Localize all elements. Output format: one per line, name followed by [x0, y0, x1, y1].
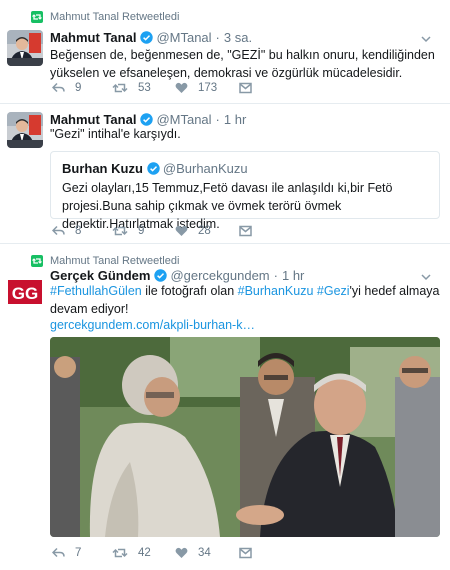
retweet-count: 53 — [138, 82, 151, 94]
separator-dot: · — [215, 30, 220, 45]
retweet-button[interactable]: 53 — [112, 81, 151, 95]
retweet-button[interactable]: 42 — [112, 546, 151, 560]
retweeted-by-label[interactable]: Mahmut Tanal Retweetledi — [50, 11, 179, 23]
verified-badge-icon — [147, 162, 160, 175]
heart-icon — [175, 82, 188, 93]
avatar[interactable] — [7, 112, 43, 148]
retweet-icon — [31, 11, 43, 23]
reply-icon — [52, 547, 65, 558]
tweet-2[interactable]: Mahmut Tanal @MTanal · 1 hr "Gezi" intih… — [0, 104, 450, 244]
retweet-count: 42 — [138, 547, 151, 559]
retweet-count: 9 — [138, 225, 145, 237]
retweet-icon — [112, 548, 128, 558]
tweet-text-segment: ile fotoğrafı olan — [141, 284, 238, 298]
tweet-actions: 7 42 34 — [50, 546, 440, 560]
like-count: 173 — [198, 82, 218, 94]
tweet-text: Beğensen de, beğenmesen de, "GEZİ" bu ha… — [50, 48, 435, 80]
reply-icon — [52, 225, 65, 236]
author-name[interactable]: Gerçek Gündem — [50, 268, 150, 283]
tweet-text: "Gezi" intihal'e karşıydı. — [50, 127, 181, 141]
like-button[interactable]: 173 — [175, 81, 217, 95]
tweet-photo[interactable] — [50, 337, 440, 537]
direct-message-button[interactable] — [239, 224, 252, 238]
tweet-header: Gerçek Gündem @gercekgundem · 1 hr — [50, 268, 304, 283]
quoted-tweet-header: Burhan Kuzu @BurhanKuzu — [62, 161, 248, 176]
verified-badge-icon — [154, 269, 168, 282]
quoted-tweet[interactable]: Burhan Kuzu @BurhanKuzu Gezi olayları,15… — [50, 151, 440, 231]
avatar-logo-text: GG — [12, 284, 38, 303]
tweet-header: Mahmut Tanal @MTanal · 3 sa. — [50, 30, 252, 45]
heart-icon — [175, 547, 188, 558]
like-button[interactable]: 34 — [175, 546, 211, 560]
avatar[interactable]: GG — [7, 274, 43, 310]
hashtag-link[interactable]: #Gezi — [317, 284, 350, 298]
like-count: 28 — [198, 225, 211, 237]
message-icon — [239, 225, 252, 237]
retweet-icon — [31, 255, 43, 267]
chevron-down-icon[interactable] — [420, 32, 432, 44]
message-icon — [239, 547, 252, 559]
hashtag-link[interactable]: #FethullahGülen — [50, 284, 142, 298]
photo-image — [50, 337, 440, 537]
chevron-down-icon[interactable] — [420, 270, 432, 282]
reply-icon — [52, 82, 65, 93]
reply-button[interactable]: 8 — [52, 224, 81, 238]
like-count: 34 — [198, 547, 211, 559]
timestamp[interactable]: 1 hr — [282, 268, 304, 283]
avatar[interactable] — [7, 30, 43, 66]
verified-badge-icon — [140, 31, 154, 44]
like-button[interactable]: 28 — [175, 224, 211, 238]
reply-count: 8 — [75, 225, 82, 237]
reply-count: 7 — [75, 547, 82, 559]
reply-button[interactable]: 9 — [52, 81, 81, 95]
author-name[interactable]: Mahmut Tanal — [50, 30, 136, 45]
reply-button[interactable]: 7 — [52, 546, 81, 560]
author-handle[interactable]: @MTanal — [156, 30, 211, 45]
direct-message-button[interactable] — [239, 546, 252, 560]
retweeted-by-label[interactable]: Mahmut Tanal Retweetledi — [50, 255, 179, 267]
reply-count: 9 — [75, 82, 82, 94]
quoted-author-handle[interactable]: @BurhanKuzu — [163, 161, 248, 176]
direct-message-button[interactable] — [239, 81, 252, 95]
tweet-text: #FethullahGülen ile fotoğrafı olan #Burh… — [50, 282, 440, 318]
tweet-actions: 9 53 173 — [50, 81, 440, 95]
retweet-button[interactable]: 9 — [112, 224, 144, 238]
quoted-author-name[interactable]: Burhan Kuzu — [62, 161, 143, 176]
retweet-icon — [112, 226, 128, 236]
separator-dot: · — [273, 268, 278, 283]
message-icon — [239, 82, 252, 94]
tweet-3[interactable]: Mahmut Tanal Retweetledi GG Gerçek Günde… — [0, 244, 450, 570]
heart-icon — [175, 225, 188, 236]
article-link[interactable]: gercekgundem.com/akpli-burhan-k… — [50, 318, 255, 332]
retweet-icon — [112, 83, 128, 93]
tweet-1[interactable]: Mahmut Tanal Retweetledi Mahmut Tanal @M… — [0, 0, 450, 104]
hashtag-link[interactable]: #BurhanKuzu — [238, 284, 314, 298]
tweet-link: gercekgundem.com/akpli-burhan-k… — [50, 316, 440, 334]
author-handle[interactable]: @gercekgundem — [170, 268, 269, 283]
timestamp[interactable]: 3 sa. — [224, 30, 252, 45]
tweet-actions: 8 9 28 — [50, 224, 440, 238]
